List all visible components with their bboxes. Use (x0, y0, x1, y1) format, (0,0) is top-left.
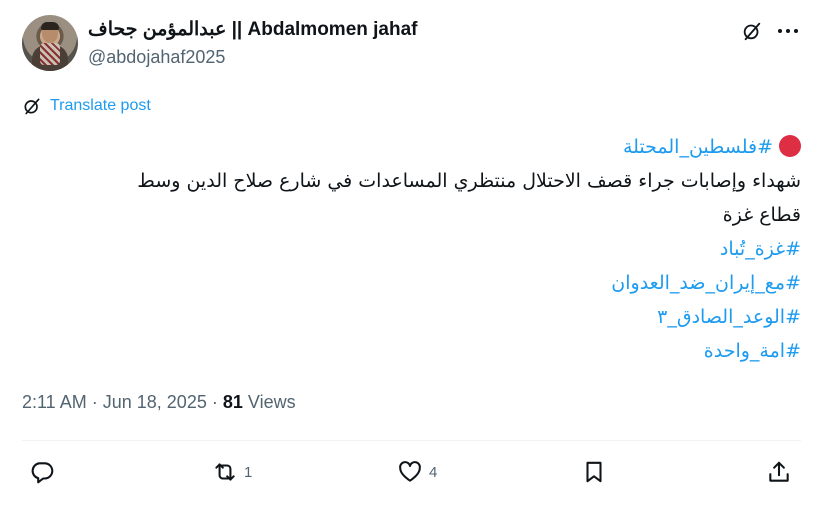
retweet-icon (215, 463, 235, 481)
tweet-date[interactable]: Jun 18, 2025 (103, 392, 207, 412)
hashtag-link[interactable]: #الوعد_الصادق_٣ (657, 306, 801, 328)
bookmark-icon (586, 461, 602, 483)
share-button[interactable] (766, 459, 792, 485)
meta-separator: · (91, 392, 98, 412)
more-dot (778, 29, 782, 33)
like-button[interactable]: 4 (397, 459, 437, 485)
tweet-line: #امة_واحدة (21, 334, 801, 368)
tweet-line: قطاع غزة (722, 204, 801, 226)
avatar[interactable] (22, 15, 78, 71)
hashtag-link[interactable]: #غزة_تُباد (720, 238, 801, 260)
translate-post-link[interactable]: Translate post (22, 96, 151, 116)
author-handle[interactable]: @abdojahaf2025 (88, 47, 225, 68)
tweet-line: شهداء وإصابات جراء قصف الاحتلال منتظري ا… (137, 170, 801, 192)
share-icon (769, 461, 789, 482)
views-label: Views (247, 392, 296, 412)
more-dot (794, 29, 798, 33)
avatar-figure-hair (41, 22, 59, 30)
tweet-line: #غزة_تُباد (21, 232, 801, 266)
grok-icon (24, 98, 40, 115)
more-icon[interactable] (776, 20, 800, 42)
hashtag-link[interactable]: #مع_إيران_ضد_العدوان (611, 272, 801, 294)
translate-post-label: Translate post (50, 97, 151, 114)
like-count: 4 (429, 463, 438, 481)
avatar-figure-scarf (40, 43, 60, 65)
views-count: 81 (222, 392, 243, 412)
tweet-line: #مع_إيران_ضد_العدوان (21, 266, 801, 300)
tweet-line: #الوعد_الصادق_٣ (21, 300, 801, 334)
reply-button[interactable] (29, 459, 61, 485)
heart-icon (399, 461, 421, 482)
tweet-text: #فلسطين_المحتلة شهداء وإصابات جراء قصف ا… (21, 130, 801, 368)
retweet-button[interactable]: 1 (212, 459, 252, 485)
tweet-metadata: 2:11 AM · Jun 18, 2025 · 81 Views (22, 392, 296, 413)
author-display-name[interactable]: عبدالمؤمن جحاف || Abdalmomen jahaf (88, 18, 418, 41)
retweet-count: 1 (244, 463, 253, 481)
bookmark-button[interactable] (581, 459, 607, 485)
more-dot (786, 29, 790, 33)
reply-icon (31, 462, 54, 484)
meta-separator: · (211, 392, 218, 412)
red-circle-icon (779, 135, 801, 157)
hashtag-link[interactable]: #امة_واحدة (704, 340, 801, 362)
tweet-time[interactable]: 2:11 AM (22, 392, 87, 412)
action-bar-divider (22, 440, 801, 441)
hashtag-link[interactable]: #فلسطين_المحتلة (623, 136, 773, 158)
grok-icon[interactable] (741, 20, 763, 42)
tweet-line: #فلسطين_المحتلة (21, 130, 801, 164)
